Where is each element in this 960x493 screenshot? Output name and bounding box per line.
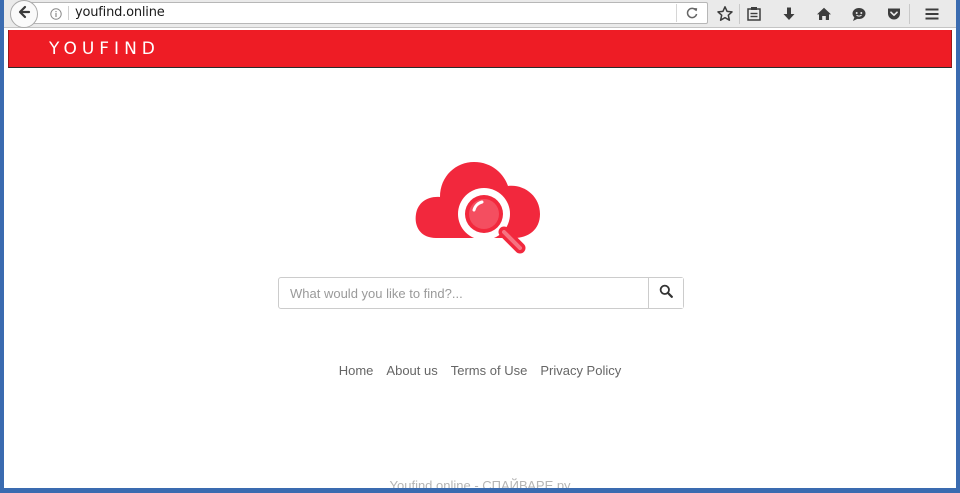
url-separator (68, 6, 69, 20)
reload-icon[interactable] (685, 6, 699, 20)
footer-link-terms[interactable]: Terms of Use (451, 363, 528, 378)
back-icon (16, 4, 32, 25)
back-button[interactable] (10, 0, 38, 28)
browser-toolbar: youfind.online (4, 0, 956, 28)
footer-link-privacy[interactable]: Privacy Policy (540, 363, 621, 378)
pocket-icon[interactable] (884, 4, 904, 24)
toolbar-separator (909, 4, 910, 24)
download-icon[interactable] (779, 4, 799, 24)
menu-icon[interactable] (922, 4, 942, 24)
home-icon[interactable] (814, 4, 834, 24)
info-icon[interactable] (50, 7, 62, 20)
url-text[interactable]: youfind.online (75, 5, 165, 20)
footer-link-home[interactable]: Home (339, 363, 374, 378)
search-box (278, 277, 684, 309)
search-button[interactable] (648, 278, 683, 308)
web-page: YOUFIND Home About us Terms of Use Priva… (4, 28, 956, 493)
window-border-bottom (0, 488, 960, 493)
search-icon (659, 284, 673, 303)
chat-icon[interactable] (849, 4, 869, 24)
footer-links: Home About us Terms of Use Privacy Polic… (4, 363, 956, 378)
footer-link-about[interactable]: About us (386, 363, 437, 378)
reload-separator (676, 4, 677, 22)
bookmark-star-icon[interactable] (715, 4, 735, 24)
search-input[interactable] (279, 278, 648, 308)
toolbar-separator (739, 4, 740, 24)
site-brand[interactable]: YOUFIND (49, 39, 160, 59)
site-header: YOUFIND (8, 30, 952, 68)
url-bar[interactable]: youfind.online (28, 2, 708, 24)
cloud-search-logo-icon (412, 146, 544, 254)
reading-list-icon[interactable] (744, 4, 764, 24)
window-border-right (956, 0, 960, 493)
